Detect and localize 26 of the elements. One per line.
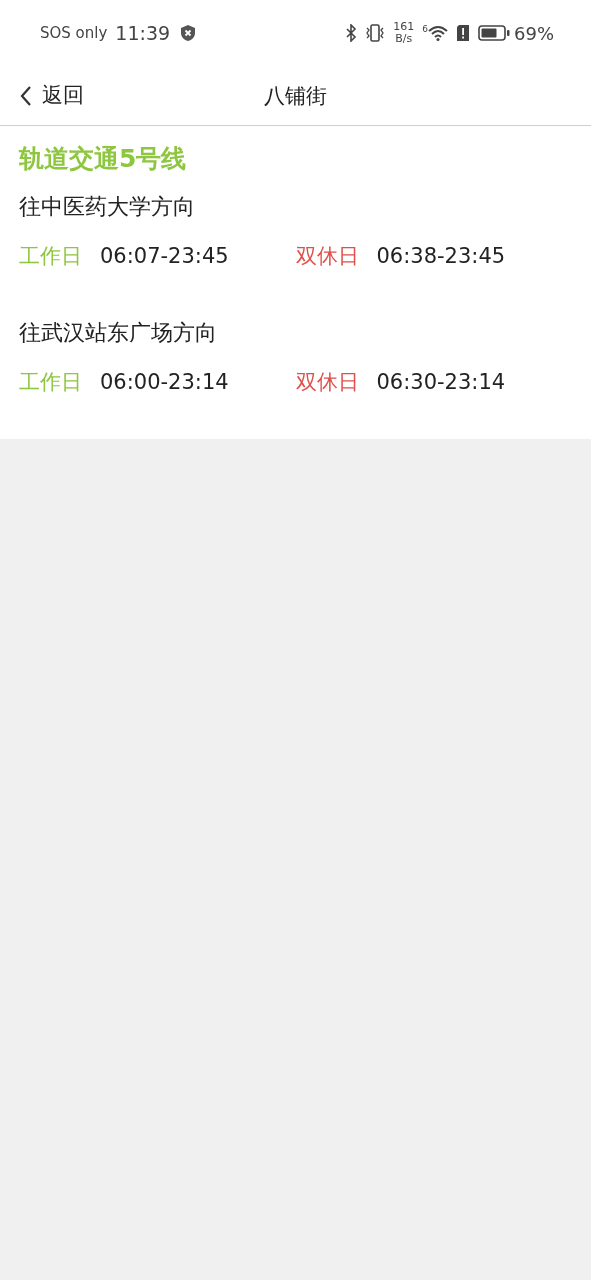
speed-unit: B/s xyxy=(394,33,414,45)
service-hours: 06:30-23:14 xyxy=(376,369,506,396)
service-hours: 06:07-23:45 xyxy=(100,242,229,270)
battery-icon xyxy=(478,25,510,41)
shield-icon xyxy=(180,24,197,42)
wifi-icon xyxy=(428,25,448,41)
vibrate-icon xyxy=(365,23,386,43)
back-button[interactable]: 返回 xyxy=(0,66,84,126)
wifi-label: 6 xyxy=(422,25,428,34)
service-hours: 06:00-23:14 xyxy=(100,369,229,396)
service-hours: 06:38-23:45 xyxy=(376,242,506,270)
direction-title: 往武汉站东广场方向 xyxy=(19,319,218,347)
day-type-label: 工作日 xyxy=(19,369,82,396)
page-title: 八铺街 xyxy=(264,84,327,108)
day-type-label: 工作日 xyxy=(19,242,82,270)
line-title: 轨道交通5号线 xyxy=(19,143,188,175)
bluetooth-icon xyxy=(345,24,358,42)
back-chevron-icon xyxy=(20,85,32,107)
carrier-text: SOS only xyxy=(40,22,108,44)
day-type-label: 双休日 xyxy=(295,369,359,396)
battery-percent: 69% xyxy=(514,21,554,46)
clock-text: 11:39 xyxy=(115,20,171,46)
day-type-label: 双休日 xyxy=(295,242,359,270)
direction-title: 往中医药大学方向 xyxy=(19,192,196,221)
alert-icon xyxy=(456,24,470,42)
speed-value: 161 xyxy=(393,21,415,33)
